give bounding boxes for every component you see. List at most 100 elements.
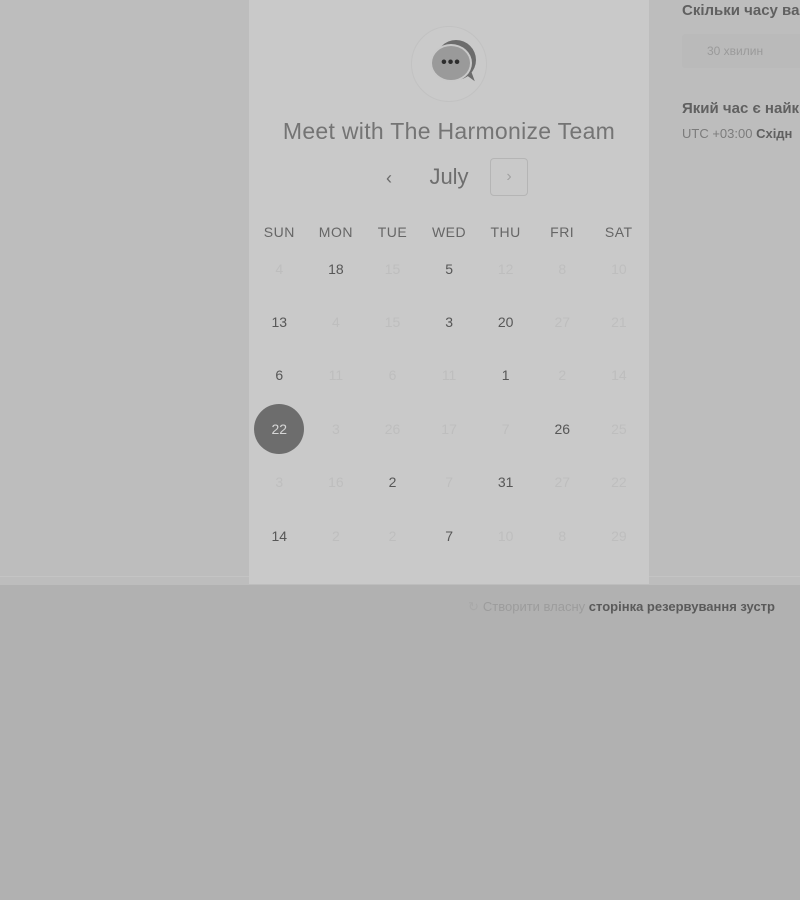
calendar-day[interactable]: 20 xyxy=(477,295,534,348)
day-number: 7 xyxy=(501,420,510,437)
day-number: 2 xyxy=(388,474,397,491)
calendar-day: 10 xyxy=(477,509,534,562)
details-panel: Скільки часу ва 30 хвилин Який час є най… xyxy=(682,0,800,160)
calendar-day: 16 xyxy=(308,456,365,509)
calendar-day: 21 xyxy=(591,295,648,348)
day-number: 8 xyxy=(558,260,567,277)
duration-option-button[interactable]: 30 хвилин xyxy=(682,34,800,68)
day-number: 14 xyxy=(611,367,627,384)
day-number: 10 xyxy=(497,527,514,544)
day-number: 17 xyxy=(441,420,457,437)
calendar-day[interactable]: 14 xyxy=(251,509,308,562)
day-number: 10 xyxy=(611,260,627,277)
calendar-day: 6 xyxy=(364,349,421,402)
footer-create-link[interactable]: ↻ Створити власну сторінка резервування з… xyxy=(468,599,775,615)
footer-bold-text: сторінка резервування зустр xyxy=(588,599,775,614)
day-number: 29 xyxy=(611,527,627,544)
day-number: 4 xyxy=(275,260,284,277)
selected-day[interactable]: 22 xyxy=(251,402,308,455)
day-number: 22 xyxy=(611,474,627,491)
calendar-day: 8 xyxy=(534,509,591,562)
calendar-day[interactable]: 31 xyxy=(477,456,534,509)
prev-month-button[interactable]: ‹ xyxy=(375,164,403,192)
calendar-day[interactable]: 26 xyxy=(534,402,591,455)
weekday-label: MON xyxy=(318,224,353,240)
day-number: 2 xyxy=(331,527,340,544)
day-number: 5 xyxy=(445,260,453,277)
calendar-day: 3 xyxy=(308,402,365,455)
calendar-day[interactable]: 3 xyxy=(421,295,478,348)
day-number: 26 xyxy=(554,420,571,437)
weekday-header: SUN MON TUE WED THU FRI SAT xyxy=(251,224,647,240)
page-title: Meet with The Harmonize Team xyxy=(282,118,616,144)
time-heading: Який час є найк xyxy=(682,100,800,117)
calendar-days-grid: 4 18 15 5 12 8 10 13 4 15 3 20 27 21 6 11 6 11 1 2 14 22 3 26 17… xyxy=(251,242,647,562)
calendar-day[interactable]: 18 xyxy=(308,242,365,295)
day-number: 25 xyxy=(611,420,627,437)
day-number: 12 xyxy=(497,260,514,277)
weekday-label: SUN xyxy=(263,224,295,240)
calendar-day: 22 xyxy=(591,456,648,509)
timezone-selector[interactable]: UTC +03:00 Східн xyxy=(682,126,792,141)
day-number: 6 xyxy=(388,367,397,384)
calendar-day: 17 xyxy=(421,402,478,455)
day-number: 1 xyxy=(501,367,510,384)
calendar-day: 14 xyxy=(591,349,648,402)
calendar-day: 11 xyxy=(421,349,478,402)
day-number: 6 xyxy=(275,367,284,384)
duration-option-label: 30 хвилин xyxy=(707,44,764,58)
day-number: 3 xyxy=(331,420,340,437)
calendar-day[interactable]: 1 xyxy=(477,349,534,402)
calendar-day[interactable]: 2 xyxy=(364,456,421,509)
day-number: 7 xyxy=(445,474,453,491)
day-number: 3 xyxy=(275,474,284,491)
day-number: 18 xyxy=(328,260,344,277)
day-number: 8 xyxy=(558,527,567,544)
day-number: 22 xyxy=(254,403,305,454)
calendar-day[interactable]: 7 xyxy=(421,509,478,562)
day-number: 27 xyxy=(554,474,571,491)
day-number: 4 xyxy=(331,314,340,331)
weekday-label: WED xyxy=(431,224,467,240)
day-number: 27 xyxy=(554,314,571,331)
calendar-day: 27 xyxy=(534,456,591,509)
calendar-day: 29 xyxy=(591,509,648,562)
day-number: 16 xyxy=(328,474,344,491)
footer-plain-text: Створити власну xyxy=(482,599,586,614)
day-number: 2 xyxy=(558,367,567,384)
calendar-day[interactable]: 6 xyxy=(251,349,308,402)
logo-front-bubble: ••• xyxy=(430,44,472,82)
calendar-day: 26 xyxy=(364,402,421,455)
calendar-day: 2 xyxy=(534,349,591,402)
day-number: 13 xyxy=(271,314,288,331)
calendar-day: 15 xyxy=(364,242,421,295)
day-number: 20 xyxy=(497,314,514,331)
calendar-day: 25 xyxy=(591,402,648,455)
calendar-day: 3 xyxy=(251,456,308,509)
calendar-day: 4 xyxy=(308,295,365,348)
weekday-label: TUE xyxy=(377,224,408,240)
calendar-day: 2 xyxy=(364,509,421,562)
day-number: 2 xyxy=(388,527,397,544)
calendar-day[interactable]: 5 xyxy=(421,242,478,295)
calendar-day: 4 xyxy=(251,242,308,295)
calendar-day: 7 xyxy=(421,456,478,509)
calendar-day[interactable]: 13 xyxy=(251,295,308,348)
calendar-day: 27 xyxy=(534,295,591,348)
month-navigation: ‹ July › xyxy=(249,158,649,198)
day-number: 26 xyxy=(384,420,401,437)
chat-bubbles-icon: ••• xyxy=(411,26,487,102)
day-number: 11 xyxy=(328,367,344,384)
day-number: 3 xyxy=(445,314,453,331)
weekday-label: THU xyxy=(490,224,521,240)
duration-heading: Скільки часу ва xyxy=(682,2,800,19)
next-month-button[interactable]: › xyxy=(490,158,528,196)
weekday-label: FRI xyxy=(550,224,575,240)
calendar-day: 2 xyxy=(308,509,365,562)
day-number: 11 xyxy=(441,367,457,384)
day-number: 15 xyxy=(384,260,401,277)
day-number: 7 xyxy=(445,527,453,544)
calendar-day: 15 xyxy=(364,295,421,348)
calendar-day: 11 xyxy=(308,349,365,402)
day-number: 15 xyxy=(384,314,401,331)
